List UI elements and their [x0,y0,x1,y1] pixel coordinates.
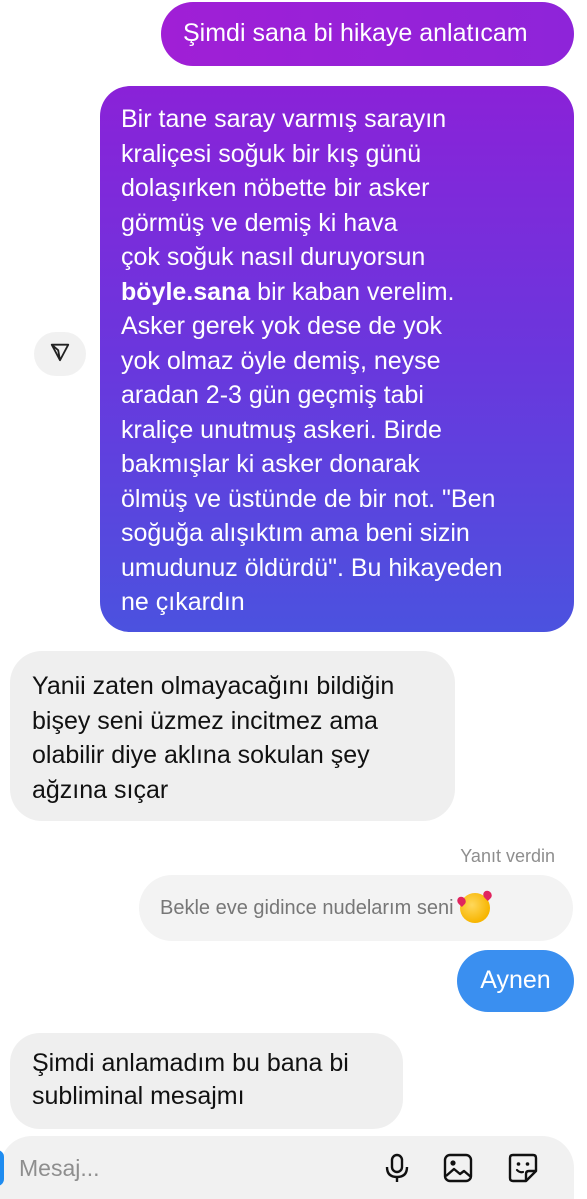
send-forward-icon [49,341,71,368]
message-line: ağzına sıçar [32,775,169,804]
message-line: görmüş ve demiş ki hava [121,208,398,237]
message-line: subliminal mesajmı [32,1082,245,1110]
share-message-button[interactable] [34,332,86,376]
bold-text: böyle.sana [121,277,251,306]
sticker-icon[interactable] [506,1151,540,1185]
message-text: bir kaban verelim. [250,277,455,306]
message-line: kraliçesi soğuk bir kış günü [121,139,422,168]
quoted-reply-bubble[interactable]: Bekle eve gidince nudelarım seni [139,875,573,941]
message-line: ne çıkardın [121,588,245,616]
message-text: Aynen [480,966,551,994]
message-line: Asker gerek yok dese de yok [121,312,442,340]
message-line: böyle.sana bir kaban verelim. [121,275,560,310]
message-line: dolaşırken nöbette bir asker [121,174,430,202]
message-line: Yanii zaten olmayacağını bildiğin [32,672,395,700]
message-line: yok olmaz öyle demiş, neyse [121,346,441,375]
incoming-message-bubble[interactable]: Yanii zaten olmayacağını bildiğin bişey … [10,651,455,821]
message-input[interactable] [17,1154,321,1183]
message-line: bakmışlar ki asker donarak [121,450,420,478]
quoted-text: Bekle eve gidince nudelarım seni [160,896,454,919]
smiling-face-with-hearts-emoji-icon [459,893,490,923]
message-line: kraliçe unutmuş askeri. Birde [121,415,442,444]
message-line: Bir tane saray varmış sarayın [121,105,447,133]
image-gallery-icon[interactable] [441,1151,475,1185]
message-composer [0,1136,574,1199]
camera-button[interactable] [0,1150,4,1186]
message-line: çok soğuk nasıl duruyorsun [121,243,426,271]
incoming-message-bubble[interactable]: Şimdi anlamadım bu bana bi subliminal me… [10,1033,403,1129]
reply-meta-label: Yanıt verdin [460,846,555,866]
outgoing-message-bubble[interactable]: Bir tane saray varmış sarayın kraliçesi … [100,86,574,632]
message-line: umudunuz öldürdü". Bu hikayeden [121,553,503,582]
message-line: bişey seni üzmez incitmez ama [32,706,378,735]
message-line: soğuğa alışıktım ama beni sizin [121,519,470,547]
message-line: aradan 2-3 gün geçmiş tabi [121,381,424,409]
message-line: Şimdi anlamadım bu bana bi [32,1049,349,1077]
message-line: ölmüş ve üstünde de bir not. "Ben [121,484,496,513]
microphone-icon[interactable] [380,1151,414,1185]
outgoing-message-bubble[interactable]: Aynen [457,950,574,1012]
message-line: olabilir diye aklına sokulan şey [32,741,370,769]
outgoing-message-bubble[interactable]: Şimdi sana bi hikaye anlatıcam [161,2,574,66]
message-text: Şimdi sana bi hikaye anlatıcam [183,19,528,47]
